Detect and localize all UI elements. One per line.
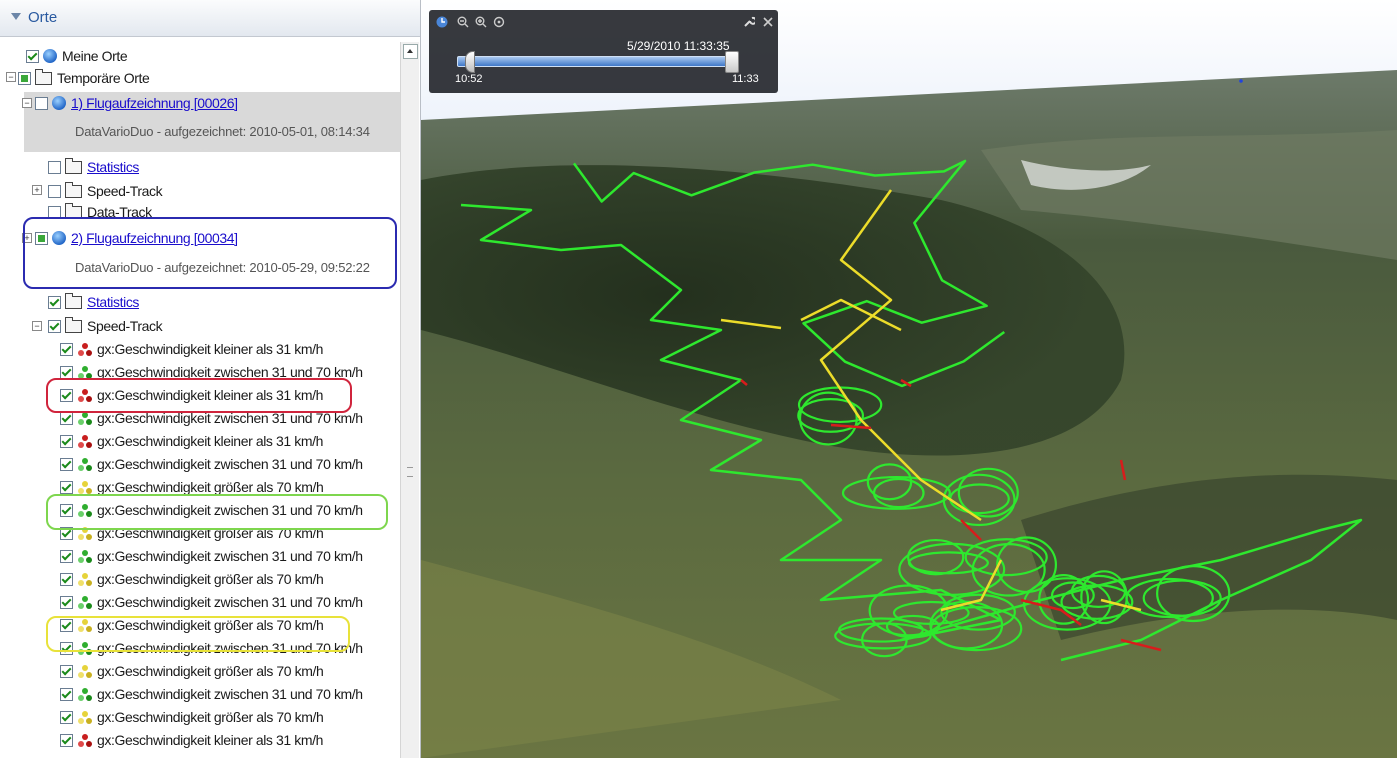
places-panel-header[interactable]: Orte [0, 0, 420, 37]
time-end-label: 11:33 [732, 73, 759, 85]
speed-track-item[interactable]: gx:Geschwindigkeit größer als 70 km/h [60, 660, 324, 682]
checkbox[interactable] [48, 295, 61, 309]
close-icon[interactable] [762, 16, 774, 28]
scrollbar[interactable] [400, 42, 419, 758]
placemark-green-icon [77, 457, 93, 472]
placemark-red-icon [77, 434, 93, 449]
checkbox[interactable] [26, 49, 39, 63]
time-readout: 5/29/2010 11:33:35 [627, 39, 730, 53]
highlight-yellow [46, 616, 350, 652]
folder-icon [65, 157, 82, 174]
scroll-up-icon[interactable] [403, 44, 418, 59]
placemark-yellow-icon [77, 710, 93, 725]
zoom-in-icon[interactable] [475, 16, 487, 28]
checkbox[interactable] [48, 319, 61, 333]
checkbox[interactable] [60, 411, 73, 425]
globe-icon [43, 49, 57, 63]
places-panel-title: Orte [28, 9, 58, 26]
checkbox[interactable] [60, 480, 73, 494]
tree-item-statistics-1[interactable]: Statistics [48, 156, 139, 178]
tree-item-temporaere-orte[interactable]: Temporäre Orte [18, 67, 150, 89]
tree-item-data-track-1[interactable]: Data-Track [48, 202, 152, 218]
placemark-red-icon [77, 342, 93, 357]
checkbox[interactable] [60, 342, 73, 356]
scroll-grip[interactable] [407, 467, 413, 477]
checkbox[interactable] [60, 365, 73, 379]
time-slider-start-handle[interactable] [465, 51, 475, 73]
highlight-green [46, 494, 388, 530]
speed-track-item[interactable]: gx:Geschwindigkeit größer als 70 km/h [60, 568, 324, 590]
globe-icon [52, 96, 66, 110]
flug1-description: DataVarioDuo - aufgezeichnet: 2010-05-01… [75, 124, 370, 139]
placemark-green-icon [77, 549, 93, 564]
clock-icon[interactable] [436, 16, 448, 28]
earth-map-view[interactable] [421, 0, 1397, 758]
speed-track-item[interactable]: gx:Geschwindigkeit größer als 70 km/h [60, 706, 324, 728]
tree-item-flug1[interactable]: 1) Flugaufzeichnung [00026] [35, 92, 238, 114]
highlight-red [46, 378, 352, 413]
checkbox[interactable] [60, 664, 73, 678]
placemark-yellow-icon [77, 572, 93, 587]
checkbox[interactable] [48, 184, 61, 198]
placemark-green-icon [77, 687, 93, 702]
checkbox[interactable] [60, 549, 73, 563]
time-slider-track[interactable] [457, 56, 735, 67]
tree-item-speed-track-1[interactable]: Speed-Track [48, 180, 163, 202]
expand-toggle[interactable]: − [32, 321, 42, 331]
checkbox[interactable] [60, 572, 73, 586]
expand-toggle[interactable]: + [32, 185, 42, 195]
placemark-yellow-icon [77, 480, 93, 495]
highlight-blue [23, 217, 397, 289]
zoom-out-icon[interactable] [457, 16, 469, 28]
places-panel: Orte Meine Orte − Temporäre Orte − 1) Fl… [0, 0, 421, 758]
map-canvas[interactable] [421, 0, 1397, 758]
tree-item-speed-track-2[interactable]: Speed-Track [48, 315, 163, 337]
speed-track-item[interactable]: gx:Geschwindigkeit zwischen 31 und 70 km… [60, 453, 363, 475]
folder-icon [65, 181, 82, 198]
checkbox[interactable] [35, 96, 48, 110]
speed-track-item[interactable]: gx:Geschwindigkeit zwischen 31 und 70 km… [60, 683, 363, 705]
placemark-red-icon [77, 733, 93, 748]
tree-item-meine-orte[interactable]: Meine Orte [26, 45, 128, 67]
checkbox[interactable] [18, 71, 31, 85]
checkbox[interactable] [48, 160, 61, 174]
expand-toggle[interactable]: − [6, 72, 16, 82]
tree-item-statistics-2[interactable]: Statistics [48, 291, 139, 313]
checkbox[interactable] [60, 687, 73, 701]
speed-track-item[interactable]: gx:Geschwindigkeit zwischen 31 und 70 km… [60, 591, 363, 613]
checkbox[interactable] [60, 595, 73, 609]
time-start-label: 10:52 [455, 73, 483, 85]
wrench-icon[interactable] [743, 16, 755, 28]
folder-icon [65, 292, 82, 309]
speed-track-item[interactable]: gx:Geschwindigkeit kleiner als 31 km/h [60, 430, 323, 452]
checkbox[interactable] [60, 733, 73, 747]
collapse-triangle-icon[interactable] [11, 13, 21, 20]
time-slider-panel[interactable]: 5/29/2010 11:33:35 10:52 11:33 [429, 10, 778, 93]
folder-open-icon [35, 68, 52, 85]
checkbox[interactable] [60, 710, 73, 724]
folder-open-icon [65, 316, 82, 333]
checkbox[interactable] [60, 434, 73, 448]
time-slider-end-handle[interactable] [725, 51, 739, 73]
reset-icon[interactable] [493, 16, 505, 28]
placemark-green-icon [77, 595, 93, 610]
speed-track-item[interactable]: gx:Geschwindigkeit kleiner als 31 km/h [60, 338, 323, 360]
checkbox[interactable] [60, 457, 73, 471]
speed-track-item[interactable]: gx:Geschwindigkeit kleiner als 31 km/h [60, 729, 323, 751]
speed-track-item[interactable]: gx:Geschwindigkeit zwischen 31 und 70 km… [60, 545, 363, 567]
expand-toggle[interactable]: − [22, 98, 32, 108]
placemark-yellow-icon [77, 664, 93, 679]
